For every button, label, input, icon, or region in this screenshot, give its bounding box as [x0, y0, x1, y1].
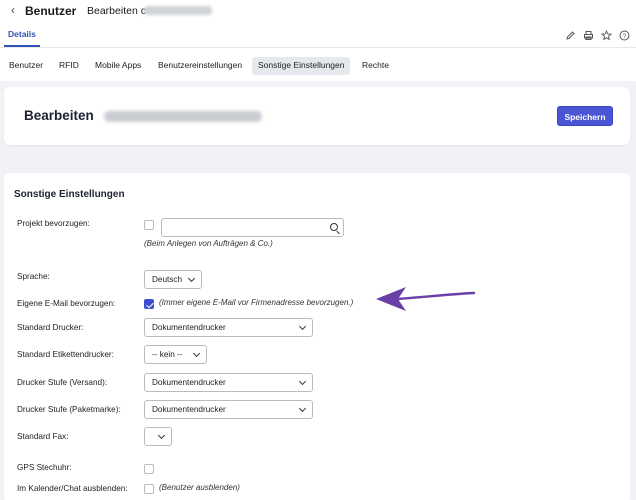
- star-icon[interactable]: [600, 29, 613, 41]
- stufe-versand-value: Dokumentendrucker: [152, 378, 226, 387]
- stufe-versand-label: Drucker Stufe (Versand):: [17, 378, 108, 387]
- etikett-select[interactable]: -- kein --: [144, 345, 207, 364]
- etikett-value: -- kein --: [152, 350, 183, 359]
- kalender-checkbox[interactable]: [144, 484, 154, 494]
- search-icon[interactable]: [330, 223, 338, 231]
- etikett-label: Standard Etikettendrucker:: [17, 350, 114, 359]
- chevron-down-icon: [157, 431, 166, 440]
- svg-text:?: ?: [623, 33, 627, 40]
- redacted-email: [144, 6, 212, 15]
- projekt-hint: (Beim Anlegen von Aufträgen & Co.): [144, 239, 273, 248]
- projekt-label: Projekt bevorzugen:: [17, 219, 90, 228]
- header-actions: ?: [565, 29, 630, 41]
- drucker-value: Dokumentendrucker: [152, 323, 226, 332]
- top-bar: ‹ Benutzer Bearbeiten c: [0, 0, 636, 22]
- printer-icon[interactable]: [583, 30, 594, 41]
- sprache-select[interactable]: Deutsch: [144, 270, 202, 289]
- email-label: Eigene E-Mail bevorzugen:: [17, 299, 116, 308]
- stufe-paket-label: Drucker Stufe (Paketmarke):: [17, 405, 121, 414]
- chevron-down-icon: [187, 274, 196, 283]
- edit-header-card: Bearbeiten Speichern: [4, 87, 630, 145]
- projekt-search-input[interactable]: [161, 218, 344, 237]
- kalender-label: Im Kalender/Chat ausblenden:: [17, 484, 128, 493]
- help-icon[interactable]: ?: [619, 30, 630, 41]
- email-hint: (Immer eigene E-Mail vor Firmenadresse b…: [159, 298, 354, 307]
- sprache-value: Deutsch: [152, 275, 183, 284]
- tab-rechte[interactable]: Rechte: [356, 57, 395, 75]
- save-button[interactable]: Speichern: [557, 106, 613, 126]
- chevron-down-icon: [298, 377, 307, 386]
- subtab-bar: Details: [0, 24, 636, 48]
- settings-tabs: Benutzer RFID Mobile Apps Benutzereinste…: [0, 54, 636, 78]
- tab-mobile-apps[interactable]: Mobile Apps: [89, 57, 147, 75]
- tab-rfid[interactable]: RFID: [53, 57, 85, 75]
- chevron-left-icon[interactable]: ‹: [6, 3, 20, 17]
- fax-select[interactable]: [144, 427, 172, 446]
- chevron-down-icon: [298, 322, 307, 331]
- tab-details[interactable]: Details: [4, 24, 40, 47]
- page-subtitle: Bearbeiten c: [87, 5, 146, 17]
- tab-benutzereinstellungen[interactable]: Benutzereinstellungen: [152, 57, 248, 75]
- tab-benutzer[interactable]: Benutzer: [3, 57, 49, 75]
- redacted-email: [104, 111, 262, 122]
- section-title: Sonstige Einstellungen: [14, 189, 125, 200]
- sprache-label: Sprache:: [17, 272, 50, 281]
- drucker-label: Standard Drucker:: [17, 323, 84, 332]
- pencil-icon[interactable]: [565, 30, 576, 41]
- chevron-down-icon: [192, 349, 201, 358]
- stufe-paket-value: Dokumentendrucker: [152, 405, 226, 414]
- page-title: Benutzer: [25, 4, 77, 18]
- fax-label: Standard Fax:: [17, 432, 69, 441]
- kalender-hint: (Benutzer ausblenden): [159, 483, 240, 492]
- gps-checkbox[interactable]: [144, 464, 154, 474]
- projekt-checkbox[interactable]: [144, 220, 154, 230]
- stufe-versand-select[interactable]: Dokumentendrucker: [144, 373, 313, 392]
- drucker-select[interactable]: Dokumentendrucker: [144, 318, 313, 337]
- card-title: Bearbeiten: [24, 108, 94, 123]
- settings-card: Sonstige Einstellungen Projekt bevorzuge…: [4, 173, 630, 500]
- email-checkbox[interactable]: [144, 299, 154, 309]
- tab-sonstige-einstellungen[interactable]: Sonstige Einstellungen: [252, 57, 351, 75]
- gps-label: GPS Stechuhr:: [17, 463, 72, 472]
- annotation-arrow-icon: [376, 287, 476, 311]
- stufe-paket-select[interactable]: Dokumentendrucker: [144, 400, 313, 419]
- chevron-down-icon: [298, 404, 307, 413]
